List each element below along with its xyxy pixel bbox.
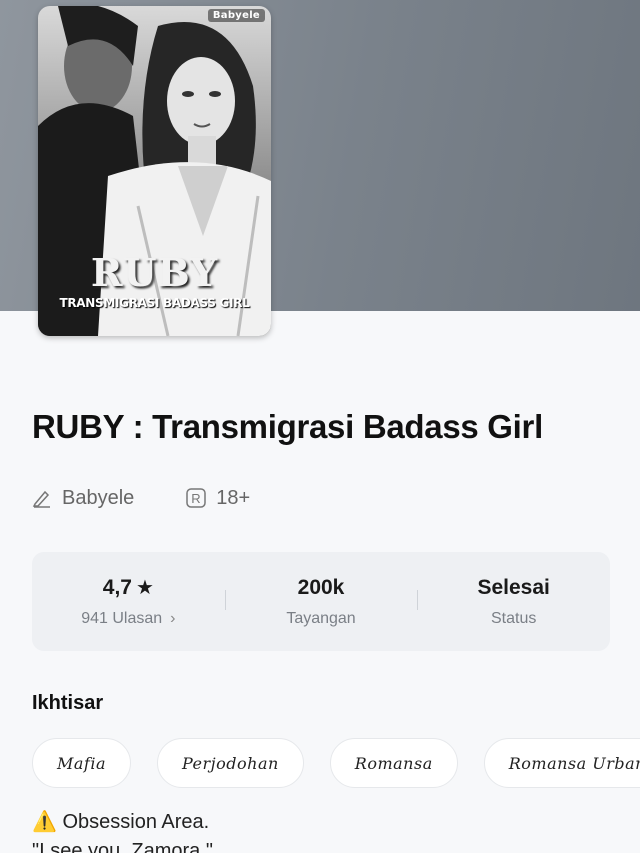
tag-list: Mafia Perjodohan Romansa Romansa Urban — [32, 738, 640, 788]
r-rating-icon: R — [186, 488, 207, 508]
book-cover[interactable]: Babyele RUBY TRANSMIGRASI BADASS GIRL — [38, 6, 271, 336]
stats-card: 4,7 ★ 941 Ulasan › 200k Tayangan Selesai S… — [32, 552, 610, 651]
tag-chip[interactable]: Perjodohan — [157, 738, 304, 788]
synopsis: ⚠️ Obsession Area. "I see you, Zamora." — [32, 808, 622, 853]
author-name: Babyele — [62, 486, 135, 509]
book-meta: Babyele R 18+ — [32, 484, 250, 512]
overview-title: Ikhtisar — [32, 692, 104, 714]
tag-chip[interactable]: Romansa — [329, 738, 458, 788]
cover-title-art: RUBY — [90, 250, 219, 295]
cover-author-watermark: Babyele — [207, 9, 265, 22]
status-value: Selesai — [477, 575, 550, 599]
stat-rating[interactable]: 4,7 ★ 941 Ulasan › — [32, 575, 225, 628]
svg-text:R: R — [192, 491, 201, 506]
views-value: 200k — [297, 575, 345, 599]
rating-value: 4,7 — [102, 576, 132, 599]
synopsis-line: ⚠️ Obsession Area. — [32, 811, 210, 833]
stat-status: Selesai Status — [417, 576, 610, 628]
age-rating: R 18+ — [186, 487, 250, 510]
views-label: Tayangan — [286, 609, 356, 627]
stat-views: 200k Tayangan — [224, 575, 418, 628]
reviews-label: 941 Ulasan — [81, 610, 163, 627]
tag-chip[interactable]: Romansa Urban — [483, 738, 640, 788]
author-link[interactable]: Babyele — [32, 487, 134, 510]
book-title: RUBY : Transmigrasi Badass Girl — [32, 408, 543, 445]
cover-subtitle-art: TRANSMIGRASI BADASS GIRL — [59, 296, 250, 310]
status-label: Status — [491, 609, 537, 627]
pen-icon — [32, 490, 50, 508]
star-icon: ★ — [135, 577, 154, 599]
chevron-right-icon: › — [170, 610, 176, 627]
synopsis-line: "I see you, Zamora." — [32, 840, 213, 853]
age-rating-label: 18+ — [216, 486, 251, 509]
tag-chip[interactable]: Mafia — [32, 738, 131, 788]
